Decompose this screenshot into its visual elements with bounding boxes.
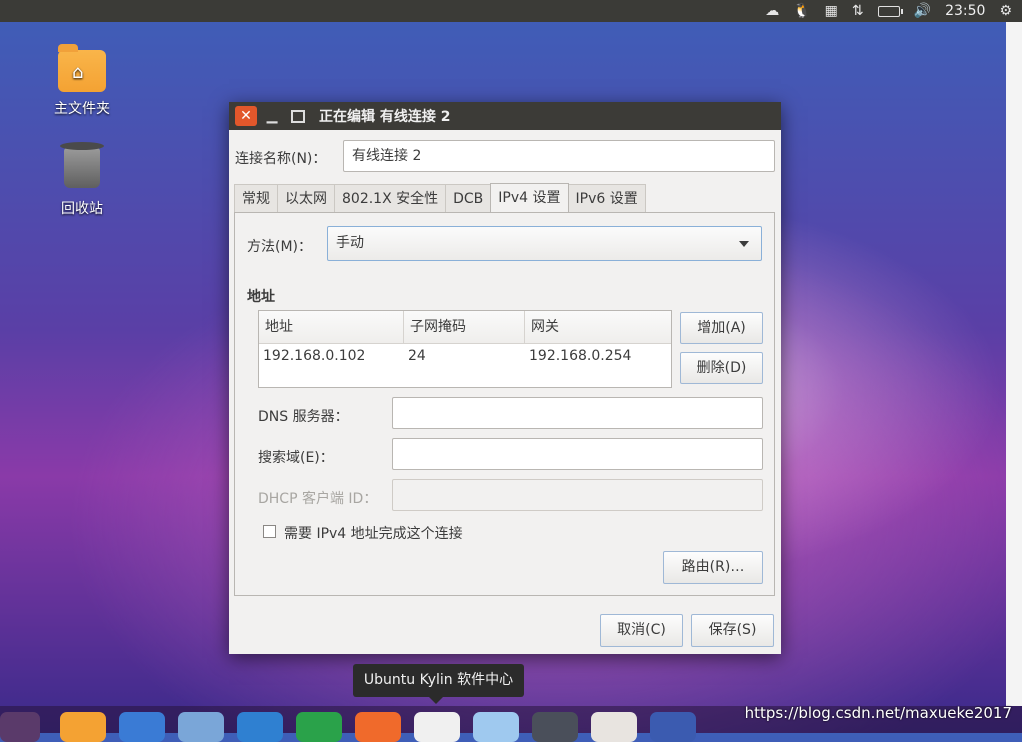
minimize-button[interactable]: ▁ xyxy=(263,106,281,126)
table-header: 地址 子网掩码 网关 xyxy=(259,311,671,344)
method-value: 手动 xyxy=(336,235,364,251)
column-header-address[interactable]: 地址 xyxy=(259,311,404,343)
network-arrows-icon[interactable]: ⇅ xyxy=(852,0,864,22)
tab-ipv4-settings[interactable]: IPv4 设置 xyxy=(490,183,569,214)
clock[interactable]: 23:50 xyxy=(945,3,985,19)
tab-general[interactable]: 常规 xyxy=(234,184,278,213)
dhcp-client-id-label: DHCP 客户端 ID： xyxy=(258,491,378,507)
cell-netmask[interactable]: 24 xyxy=(404,344,525,368)
dns-servers-input[interactable] xyxy=(392,397,763,429)
require-ipv4-checkbox[interactable] xyxy=(263,525,276,538)
dialog-title: 正在编辑 有线连接 2 xyxy=(319,109,451,125)
update-manager-icon[interactable] xyxy=(591,712,637,742)
connection-name-label: 连接名称(N)： xyxy=(235,151,327,167)
terminal-icon[interactable] xyxy=(532,712,578,742)
window-switcher-icon[interactable] xyxy=(650,712,696,742)
cell-gateway[interactable]: 192.168.0.254 xyxy=(525,344,671,368)
column-header-netmask[interactable]: 子网掩码 xyxy=(404,311,525,343)
dialog-titlebar[interactable]: ✕ ▁ 正在编辑 有线连接 2 xyxy=(229,102,781,130)
routes-button[interactable]: 路由(R)… xyxy=(663,551,763,584)
address-table[interactable]: 地址 子网掩码 网关 192.168.0.102 24 192.168.0.25… xyxy=(258,310,672,388)
tab-dcb[interactable]: DCB xyxy=(445,184,492,213)
desktop-icon-label: 回收站 xyxy=(61,201,103,217)
maximize-button[interactable] xyxy=(287,106,305,126)
browser-icon[interactable] xyxy=(178,712,224,742)
method-label: 方法(M)： xyxy=(247,239,313,255)
desktop-icon-trash[interactable]: 回收站 xyxy=(37,142,127,218)
background-window-edge xyxy=(1006,22,1022,706)
search-domain-label: 搜索域(E)： xyxy=(258,450,334,466)
dhcp-client-id-input xyxy=(392,479,763,511)
battery-icon[interactable] xyxy=(877,5,903,17)
wps-presentation-icon[interactable] xyxy=(355,712,401,742)
minimize-icon: ▁ xyxy=(266,108,278,124)
save-button[interactable]: 保存(S) xyxy=(691,614,774,647)
file-manager-icon[interactable] xyxy=(60,712,106,742)
software-center-icon[interactable] xyxy=(414,712,460,742)
close-button[interactable]: ✕ xyxy=(235,106,257,126)
top-panel: ☁ 🐧 ▦ ⇅ 🔊 23:50 ⚙ xyxy=(0,0,1022,22)
search-domain-input[interactable] xyxy=(392,438,763,470)
column-header-gateway[interactable]: 网关 xyxy=(525,311,671,343)
watermark: https://blog.csdn.net/maxueke2017 xyxy=(744,704,1012,722)
add-address-button[interactable]: 增加(A) xyxy=(680,312,763,344)
app-icon[interactable] xyxy=(473,712,519,742)
dock-tooltip: Ubuntu Kylin 软件中心 xyxy=(353,664,524,704)
address-section-title: 地址 xyxy=(247,289,275,305)
start-menu-icon[interactable] xyxy=(0,712,40,742)
firefox-icon[interactable] xyxy=(119,712,165,742)
tux-icon[interactable]: 🐧 xyxy=(793,0,810,22)
weather-icon[interactable]: ☁ xyxy=(765,0,779,22)
wps-spreadsheet-icon[interactable] xyxy=(296,712,342,742)
chevron-down-icon xyxy=(739,241,749,247)
volume-icon[interactable]: 🔊 xyxy=(914,0,931,22)
desktop-icon-home[interactable]: ⌂ 主文件夹 xyxy=(37,44,127,118)
delete-address-button[interactable]: 删除(D) xyxy=(680,352,763,384)
tab-ipv6-settings[interactable]: IPv6 设置 xyxy=(567,184,646,213)
ipv4-settings-panel: 方法(M)： 手动 地址 地址 子网掩码 网关 192.168.0.102 24… xyxy=(234,212,775,596)
tab-8021x-security[interactable]: 802.1X 安全性 xyxy=(334,184,447,213)
dns-servers-label: DNS 服务器： xyxy=(258,409,349,425)
trash-icon xyxy=(60,142,104,188)
home-folder-icon: ⌂ xyxy=(58,44,106,92)
wps-writer-icon[interactable] xyxy=(237,712,283,742)
table-row[interactable]: 192.168.0.102 24 192.168.0.254 xyxy=(259,344,671,368)
desktop-icon-label: 主文件夹 xyxy=(54,101,110,117)
tab-bar: 常规 以太网 802.1X 安全性 DCB IPv4 设置 IPv6 设置 xyxy=(234,183,646,214)
gear-icon[interactable]: ⚙ xyxy=(999,0,1012,22)
calendar-icon[interactable]: ▦ xyxy=(825,0,838,22)
connection-name-input[interactable]: 有线连接 2 xyxy=(343,140,775,172)
tab-ethernet[interactable]: 以太网 xyxy=(277,184,335,213)
system-tray: ☁ 🐧 ▦ ⇅ 🔊 23:50 ⚙ xyxy=(765,0,1012,22)
require-ipv4-label[interactable]: 需要 IPv4 地址完成这个连接 xyxy=(284,523,463,543)
maximize-icon xyxy=(291,110,305,123)
method-dropdown[interactable]: 手动 xyxy=(327,226,762,261)
edit-connection-dialog: ✕ ▁ 正在编辑 有线连接 2 连接名称(N)： 有线连接 2 常规 以太网 8… xyxy=(229,102,781,654)
cell-address[interactable]: 192.168.0.102 xyxy=(259,344,404,368)
close-icon: ✕ xyxy=(240,108,252,124)
cancel-button[interactable]: 取消(C) xyxy=(600,614,683,647)
